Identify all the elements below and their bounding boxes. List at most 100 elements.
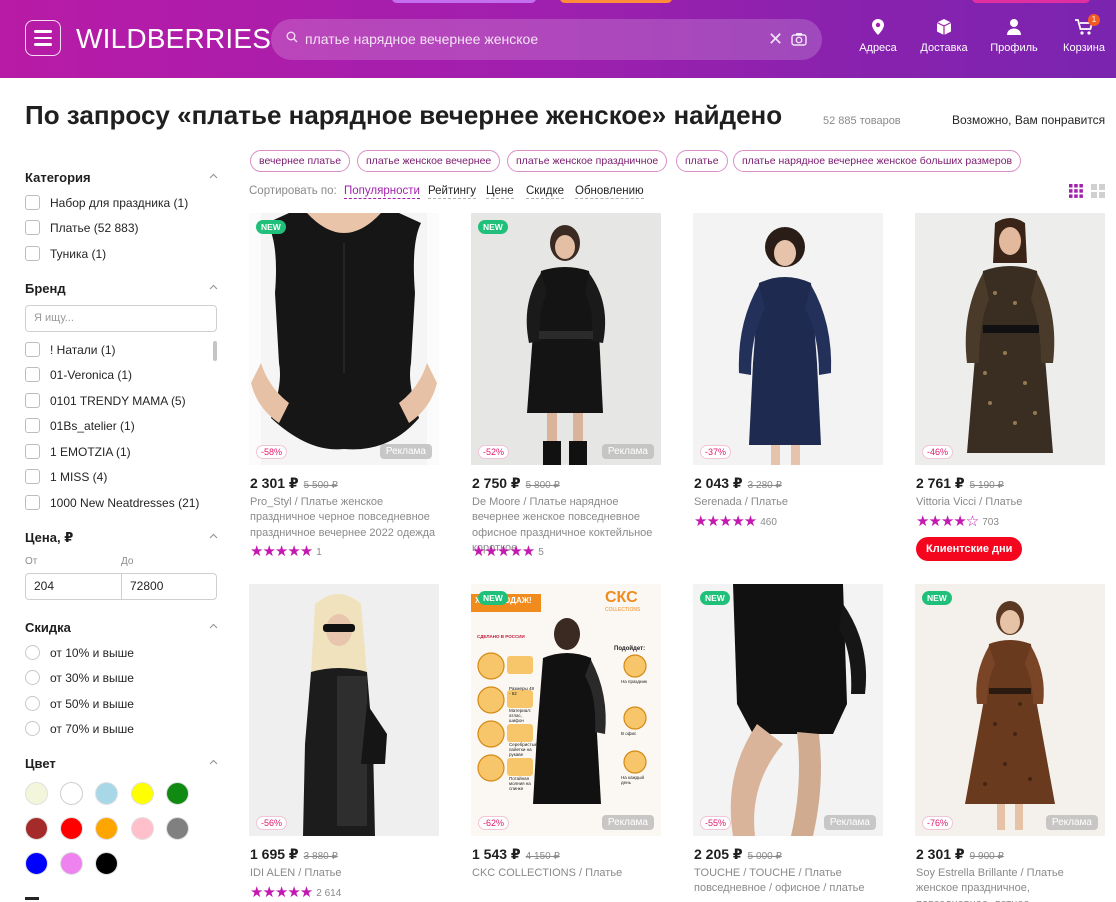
filter-discount-header[interactable]: Скидка <box>25 620 218 635</box>
filter-brand-option[interactable]: ! Натали (1) <box>25 342 115 357</box>
price-from-input[interactable]: 204 <box>25 573 122 600</box>
filter-discount-option[interactable]: от 10% и выше <box>25 645 134 660</box>
camera-search-icon[interactable] <box>791 32 807 46</box>
filter-brand-option[interactable]: 01-Veronica (1) <box>25 367 132 382</box>
color-swatch[interactable] <box>60 852 83 875</box>
checkbox[interactable] <box>25 246 40 261</box>
suggest-chip[interactable]: платье <box>676 150 728 172</box>
brand-search-input[interactable]: Я ищу... <box>25 305 217 332</box>
color-swatch[interactable] <box>25 817 48 840</box>
filter-discount-option[interactable]: от 50% и выше <box>25 696 134 711</box>
search-bar[interactable]: платье нарядное вечернее женское ✕ <box>271 19 822 60</box>
filter-discount-option[interactable]: от 30% и выше <box>25 670 134 685</box>
nav-addresses[interactable]: Адреса <box>848 18 908 54</box>
product-title[interactable]: Soy Estrella Brillante / Платье женское … <box>916 866 1106 902</box>
chevron-up-icon[interactable] <box>209 622 218 631</box>
product-title[interactable]: CKC COLLECTIONS / Платье <box>472 866 662 881</box>
top-banner-pill[interactable] <box>560 0 672 3</box>
sort-popularity[interactable]: Популярности <box>344 185 420 199</box>
nav-cart[interactable]: 1 Корзина <box>1054 14 1114 54</box>
grid-small-view-icon[interactable] <box>1069 184 1083 198</box>
product-title[interactable]: IDI ALEN / Платье <box>250 866 440 881</box>
color-swatch[interactable] <box>166 782 189 805</box>
checkbox[interactable] <box>25 195 40 210</box>
suggest-chip[interactable]: платье женское вечернее <box>357 150 501 172</box>
client-days-badge[interactable]: Клиентские дни <box>916 537 1023 561</box>
color-swatch[interactable] <box>131 817 154 840</box>
color-swatch[interactable] <box>95 852 118 875</box>
color-swatch[interactable] <box>25 782 48 805</box>
grid-large-view-icon[interactable] <box>1091 184 1105 198</box>
brand-list-scrollbar[interactable] <box>213 341 217 361</box>
price-line: 2 301 ₽ 9 900 ₽ <box>916 846 1004 864</box>
product-image[interactable]: NEW -58% Реклама <box>249 213 439 465</box>
clear-search-icon[interactable]: ✕ <box>768 30 783 48</box>
filter-discount-option[interactable]: от 70% и выше <box>25 721 134 736</box>
color-swatch[interactable] <box>95 782 118 805</box>
checkbox[interactable] <box>25 220 40 235</box>
product-image[interactable]: ХИТ ПРОДАЖ! СКС COLLECTIONS СДЕЛАНО В РО… <box>471 584 661 836</box>
filter-brand-option[interactable]: 0101 TRENDY MAMA (5) <box>25 393 186 408</box>
product-image[interactable]: NEW -55% Реклама <box>693 584 883 836</box>
filter-brand-option[interactable]: 1000 New Neatdresses (21) <box>25 495 199 510</box>
chevron-up-icon[interactable] <box>209 283 218 292</box>
next-filter-header[interactable] <box>25 897 39 900</box>
color-swatch[interactable] <box>60 782 83 805</box>
suggest-chip[interactable]: платье женское праздничное <box>507 150 668 172</box>
checkbox[interactable] <box>25 342 40 357</box>
checkbox[interactable] <box>25 444 40 459</box>
sort-updated[interactable]: Обновлению <box>575 185 644 199</box>
chevron-up-icon[interactable] <box>209 758 218 767</box>
product-image[interactable]: -46% <box>915 213 1105 465</box>
product-title[interactable]: Vittoria Vicci / Платье <box>916 495 1106 510</box>
color-swatch[interactable] <box>166 817 189 840</box>
logo[interactable]: WILDBERRIES <box>76 24 271 54</box>
checkbox[interactable] <box>25 367 40 382</box>
checkbox[interactable] <box>25 469 40 484</box>
product-title[interactable]: TOUCHE / TOUCHE / Платье повседневное / … <box>694 866 884 897</box>
checkbox[interactable] <box>25 495 40 510</box>
color-swatch[interactable] <box>95 817 118 840</box>
top-banner-pill[interactable] <box>392 0 536 3</box>
filter-brand-option[interactable]: 1 MISS (4) <box>25 469 107 484</box>
radio[interactable] <box>25 721 40 736</box>
product-image[interactable]: -37% <box>693 213 883 465</box>
product-image[interactable]: -56% <box>249 584 439 836</box>
color-swatch[interactable] <box>60 817 83 840</box>
radio[interactable] <box>25 696 40 711</box>
price-to-input[interactable]: 72800 <box>121 573 217 600</box>
new-badge: NEW <box>478 591 508 605</box>
sort-price[interactable]: Цене <box>486 185 514 199</box>
filter-category-option[interactable]: Набор для праздника (1) <box>25 195 188 210</box>
search-input[interactable]: платье нарядное вечернее женское <box>305 19 735 60</box>
color-swatch[interactable] <box>25 852 48 875</box>
suggest-chip[interactable]: платье нарядное вечернее женское больших… <box>733 150 1022 172</box>
product-image[interactable]: NEW -52% Реклама <box>471 213 661 465</box>
product-image[interactable]: NEW -76% Реклама <box>915 584 1105 836</box>
radio[interactable] <box>25 645 40 660</box>
color-swatch[interactable] <box>131 782 154 805</box>
nav-delivery[interactable]: Доставка <box>914 18 974 54</box>
checkbox[interactable] <box>25 393 40 408</box>
sort-rating[interactable]: Рейтингу <box>428 185 476 199</box>
suggest-chip[interactable]: вечернее платье <box>250 150 351 172</box>
sort-discount[interactable]: Скидке <box>526 185 565 199</box>
maybe-like-link[interactable]: Возможно, Вам понравится <box>952 113 1105 127</box>
filter-category-header[interactable]: Категория <box>25 170 218 185</box>
menu-button[interactable] <box>25 20 61 56</box>
radio[interactable] <box>25 670 40 685</box>
chevron-up-icon[interactable] <box>209 172 218 181</box>
filter-price-header[interactable]: Цена, ₽ <box>25 530 218 546</box>
filter-category-option[interactable]: Туника (1) <box>25 246 106 261</box>
product-title[interactable]: Pro_Styl / Платье женское праздничное че… <box>250 495 440 541</box>
filter-category-option[interactable]: Платье (52 883) <box>25 220 139 235</box>
filter-brand-header[interactable]: Бренд <box>25 281 218 296</box>
product-title[interactable]: Serenada / Платье <box>694 495 884 510</box>
checkbox[interactable] <box>25 418 40 433</box>
nav-profile[interactable]: Профиль <box>984 18 1044 54</box>
chevron-up-icon[interactable] <box>209 532 218 541</box>
filter-color-header[interactable]: Цвет <box>25 756 218 771</box>
filter-brand-option[interactable]: 01Bs_atelier (1) <box>25 418 135 433</box>
top-banner-pill[interactable] <box>972 0 1090 3</box>
filter-brand-option[interactable]: 1 EMOTZIA (1) <box>25 444 131 459</box>
